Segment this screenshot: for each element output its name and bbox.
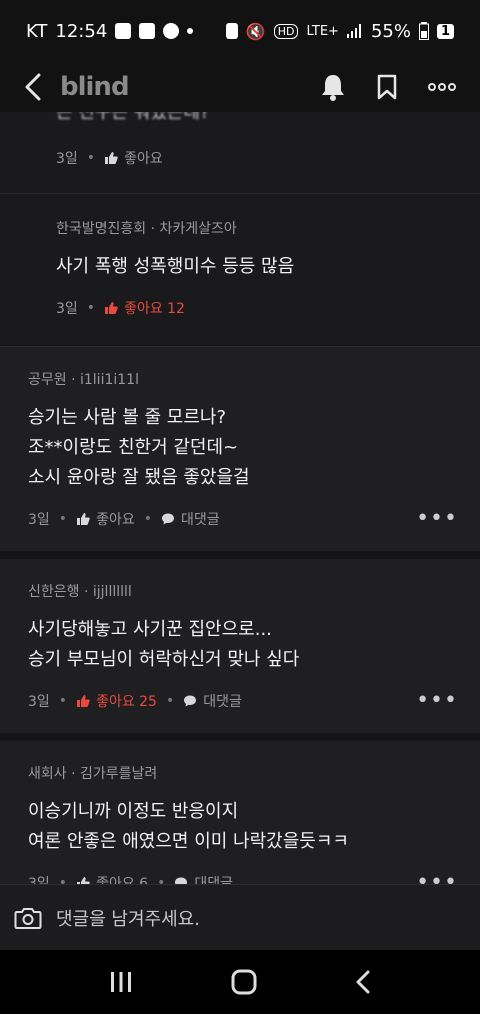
separator-dot: • [165,693,175,709]
company-name[interactable]: 공무원 [28,372,67,388]
comment-time: 3일 [56,151,78,167]
nickname[interactable]: 김가루를날려 [80,766,157,782]
app-header: blind [0,62,480,112]
comment-meta: 새회사 · 김가루를날려 [28,763,456,783]
comment-meta: 공무원 · i1lii1i11l [28,369,456,389]
gallery-icon [115,23,132,39]
comment-input-bar[interactable]: 댓글을 남겨주세요. [0,884,480,950]
navigation-icon [163,23,180,39]
reply-button[interactable]: 대댓글 [181,509,220,529]
separator-dot: · [150,221,160,237]
battery-saver-icon [225,23,238,39]
comment-item: 새회사 · 김가루를날려 이승기니까 이정도 반응이지 여론 안좋은 애였으면 … [0,741,480,884]
package-icon [139,23,156,39]
speech-bubble-icon[interactable] [161,512,175,526]
more-options-icon[interactable]: ••• [416,870,458,884]
separator-dot: • [58,875,68,884]
comment-time: 3일 [56,301,78,317]
reply-text: 는 친구는 뭐였는데? [56,112,210,123]
nickname[interactable]: ijjlllllll [93,584,132,600]
chevron-left-icon[interactable] [24,73,42,101]
battery-percent: 55% [370,20,411,42]
comment-input[interactable]: 댓글을 남겨주세요. [56,905,200,931]
comment-text-line: 승기 부모님이 허락하신거 맞나 싶다 [28,649,300,670]
comment-actions: 3일 • 좋아요 25 • 대댓글 [28,691,456,711]
comment-item: 공무원 · i1lii1i11l 승기는 사람 볼 줄 모르나? 조**이랑도 … [0,347,480,559]
separator-dot: · [71,372,80,388]
comment-list[interactable]: 는 친구는 뭐였는데? 3일 • 좋아요 한국발명진흥회 · 차카게살즈아 사기… [0,112,480,884]
signal-icon [346,24,361,38]
comment-time: 3일 [28,876,50,884]
separator-dot: · [71,766,80,782]
speech-bubble-icon[interactable] [183,694,197,708]
separator-dot: · [83,584,93,600]
like-button[interactable]: 좋아요 12 [124,298,185,318]
comment-actions: 3일 • 좋아요 6 • 대댓글 [28,873,456,884]
comment-time: 3일 [28,694,50,710]
home-icon[interactable] [231,969,257,995]
thumbs-up-icon[interactable] [76,876,90,884]
status-badge: 1 [436,23,454,39]
comment-time: 3일 [28,512,50,528]
reply-button[interactable]: 대댓글 [203,691,242,711]
speech-bubble-icon[interactable] [174,876,188,884]
company-name[interactable]: 한국발명진흥회 [56,221,146,237]
like-button[interactable]: 좋아요 [124,148,163,168]
back-icon[interactable] [355,970,371,994]
bell-icon[interactable] [320,73,346,101]
separator-dot: • [58,693,68,709]
separator-dot: • [157,875,166,884]
like-button[interactable]: 좋아요 6 [96,873,148,884]
nickname[interactable]: i1lii1i11l [80,372,139,388]
thumbs-up-icon[interactable] [76,694,90,708]
bookmark-icon[interactable] [376,74,398,100]
thumbs-up-icon[interactable] [76,512,90,526]
system-nav-bar [0,950,480,1014]
more-options-icon[interactable]: ••• [416,506,458,531]
clock: 12:54 [55,20,108,42]
comment-meta: 신한은행 · ijjlllllll [28,581,456,601]
comment-text-line: 사기당해놓고 사기꾼 집안으로... [28,619,272,640]
thumbs-up-icon[interactable] [104,301,118,315]
more-icon[interactable] [428,83,456,91]
company-name[interactable]: 새회사 [28,766,67,782]
comment-text-line: 승기는 사람 볼 줄 모르나? [28,407,227,428]
mute-icon: 🔇 [245,21,266,41]
battery-icon [418,22,429,40]
separator-dot: • [86,300,96,316]
like-button[interactable]: 좋아요 [96,509,135,529]
comment-item: 신한은행 · ijjlllllll 사기당해놓고 사기꾼 집안으로... 승기 … [0,559,480,741]
hd-icon: HD [273,23,299,39]
reply-actions: 3일 • 좋아요 [56,148,163,168]
comment-text-line: 이승기니까 이정도 반응이지 [28,801,239,822]
comment-meta: 한국발명진흥회 · 차카게살즈아 [56,218,456,238]
camera-icon[interactable] [14,906,42,930]
separator-dot: • [86,150,96,166]
status-left: KT 12:54 [26,20,194,42]
separator-dot: • [143,511,152,527]
network-type: LTE+ [306,23,339,39]
status-right: 🔇 HD LTE+ 55% 1 [225,20,454,42]
recent-apps-icon[interactable] [109,971,133,993]
nickname[interactable]: 차카게살즈아 [160,221,237,237]
blind-logo[interactable]: blind [60,72,130,102]
carrier-label: KT [26,20,48,42]
comment-text-line: 여론 안좋은 애였으면 이미 나락갔을듯ㅋㅋ [28,831,349,852]
status-bar: KT 12:54 🔇 HD LTE+ 55% 1 [0,0,480,62]
reply-button[interactable]: 대댓글 [194,873,233,884]
comment-actions: 3일 • 좋아요 • 대댓글 [28,509,456,529]
thumbs-up-icon[interactable] [104,151,118,165]
reply-item: 한국발명진흥회 · 차카게살즈아 사기 폭행 성폭행미수 등등 많음 3일 • … [0,194,480,347]
header-actions [320,73,456,101]
comment-text: 사기 폭행 성폭행미수 등등 많음 [56,256,295,277]
comment-text-line: 소시 윤아랑 잘 됐음 좋았을걸 [28,467,250,488]
comment-actions: 3일 • 좋아요 12 [56,298,456,318]
comment-text-line: 조**이랑도 친한거 같던데~ [28,437,239,458]
company-name[interactable]: 신한은행 [28,584,80,600]
reply-item: 는 친구는 뭐였는데? 3일 • 좋아요 [0,112,480,194]
like-button[interactable]: 좋아요 25 [96,691,157,711]
more-options-icon[interactable]: ••• [416,688,458,713]
notification-dot-icon [187,28,194,34]
separator-dot: • [58,511,68,527]
